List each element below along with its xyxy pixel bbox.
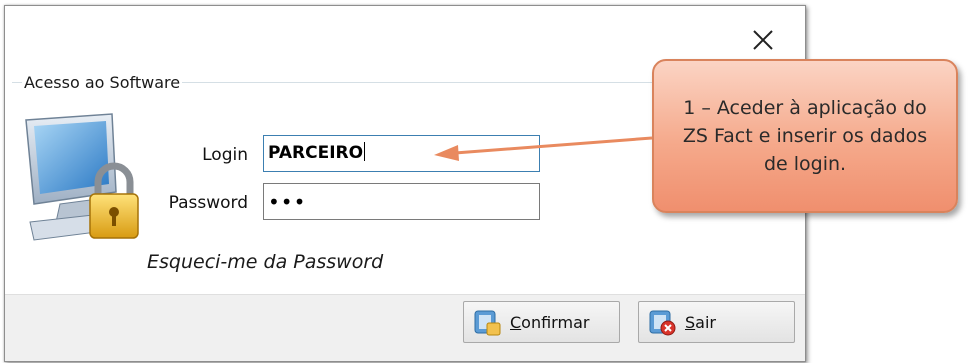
exit-button[interactable]: Sair [638,301,795,343]
computer-lock-icon [25,113,139,241]
groupbox-title: Acesso ao Software [22,73,183,92]
confirm-icon [474,310,501,336]
confirm-button[interactable]: Confirmar [463,301,620,343]
confirm-label: Confirmar [510,312,590,332]
instruction-callout: 1 – Aceder à aplicação do ZS Fact e inse… [652,59,958,213]
login-label: Login [202,145,248,165]
login-value: PARCEIRO [268,143,364,163]
text-caret [364,142,366,161]
password-input[interactable]: ••• [263,183,540,220]
close-icon[interactable] [742,22,782,58]
exit-label: Sair [685,312,716,332]
login-input[interactable]: PARCEIRO [263,135,540,172]
forgot-password-link[interactable]: Esqueci-me da Password [147,251,383,273]
exit-icon [649,310,676,336]
password-label: Password [168,193,248,213]
